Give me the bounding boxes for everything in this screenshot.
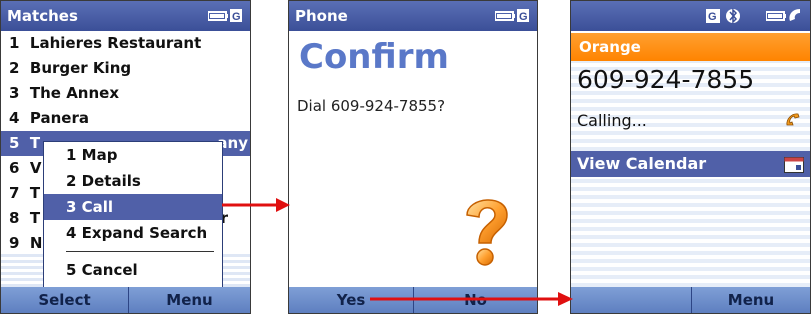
call-status: Calling... <box>577 111 647 130</box>
list-item[interactable]: 2 Burger King <box>1 56 250 81</box>
menu-divider <box>66 251 214 252</box>
screen-title: Phone <box>295 7 348 25</box>
calendar-icon <box>784 157 804 173</box>
softkey-bar: Select Menu <box>1 287 250 313</box>
battery-icon: G <box>495 9 529 23</box>
svg-text:G: G <box>232 11 241 23</box>
list-item[interactable]: 4 Panera <box>1 106 250 131</box>
menu-item-cancel[interactable]: 5 Cancel <box>44 257 222 283</box>
matches-screen: Matches G 1 Lahieres Restaurant 2 Burger… <box>0 0 251 314</box>
status-bar: G <box>571 1 810 31</box>
menu-item-map[interactable]: 1 Map <box>44 142 222 168</box>
svg-text:G: G <box>519 11 528 23</box>
screen-title: Matches <box>7 7 78 25</box>
confirm-heading: Confirm <box>299 37 449 77</box>
menu-softkey[interactable]: Menu <box>129 287 250 313</box>
list-item[interactable]: 1 Lahieres Restaurant <box>1 31 250 56</box>
list-item[interactable]: 3 The Annex <box>1 81 250 106</box>
phone-handset-icon <box>786 113 800 126</box>
operator-banner: Orange <box>571 33 810 61</box>
question-mark-icon <box>466 199 508 266</box>
battery-icon: G <box>208 9 242 23</box>
title-bar: Matches G <box>1 1 250 31</box>
svg-text:G: G <box>708 11 717 23</box>
phone-number: 609-924-7855 <box>577 65 755 94</box>
menu-item-details[interactable]: 2 Details <box>44 168 222 194</box>
left-softkey[interactable] <box>571 287 691 313</box>
menu-item-expand-search[interactable]: 4 Expand Search <box>44 220 222 246</box>
softkey-bar: Menu <box>571 287 810 313</box>
g-signal-icon: G <box>706 9 720 23</box>
context-menu: 1 Map 2 Details 3 Call 4 Expand Search 5… <box>43 141 223 288</box>
phone-confirm-screen: Phone G Confirm Dial 609-924-7855? Yes N… <box>288 0 538 314</box>
menu-item-call[interactable]: 3 Call <box>44 194 222 220</box>
menu-softkey[interactable]: Menu <box>692 287 810 313</box>
view-calendar-label: View Calendar <box>577 154 707 173</box>
title-bar: Phone G <box>289 1 537 31</box>
bluetooth-icon <box>726 8 740 24</box>
view-calendar-item[interactable]: View Calendar <box>571 151 810 177</box>
calling-screen: G Orange 609-924-7855 Calling... View Ca… <box>570 0 811 314</box>
dial-prompt: Dial 609-924-7855? <box>297 97 446 115</box>
arrow-icon <box>370 292 573 306</box>
arrow-icon <box>222 198 290 212</box>
battery-icon <box>766 9 800 21</box>
select-softkey[interactable]: Select <box>1 287 128 313</box>
